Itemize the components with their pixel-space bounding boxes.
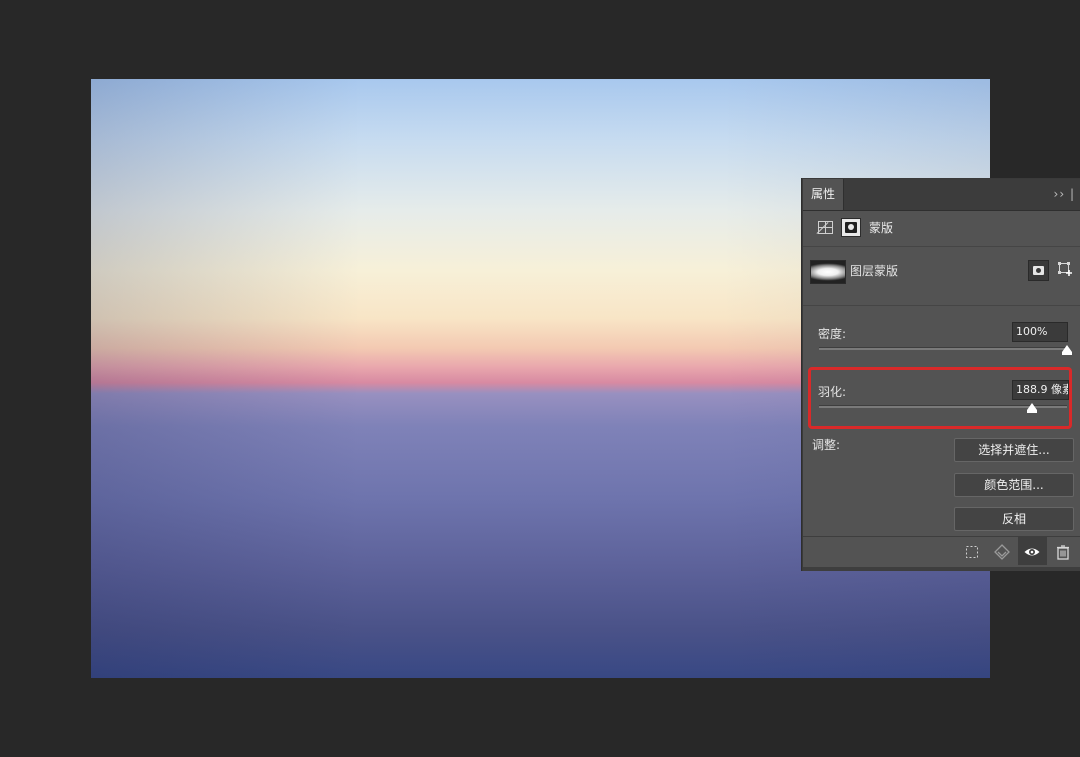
visibility-toggle[interactable] (1018, 537, 1047, 565)
tab-properties[interactable]: 属性 (803, 179, 844, 210)
density-field[interactable]: 100% (1012, 322, 1068, 342)
mask-section-title: 蒙版 (869, 221, 894, 235)
layer-mask-label: 图层蒙版 (850, 264, 899, 278)
invert-button[interactable]: 反相 (954, 507, 1074, 531)
pixel-mask-icon[interactable] (818, 221, 833, 234)
color-range-button[interactable]: 颜色范围... (954, 473, 1074, 497)
trash-icon[interactable] (1054, 543, 1072, 561)
layer-mask-row: 图层蒙版 (803, 247, 1080, 306)
panel-footer (803, 536, 1080, 567)
add-vector-mask-icon[interactable] (1057, 261, 1073, 277)
adjust-label: 调整: (812, 438, 841, 452)
layer-mask-icon[interactable] (841, 218, 861, 237)
load-selection-icon[interactable] (963, 543, 981, 561)
visibility-eye-icon (1023, 543, 1041, 561)
feather-label: 羽化: (818, 385, 847, 399)
mask-type-row: 蒙版 (803, 211, 1080, 247)
select-and-mask-button[interactable]: 选择并遮住... (954, 438, 1074, 462)
layer-mask-thumbnail[interactable] (810, 260, 846, 284)
panel-menu-icon[interactable]: ›› | (1054, 179, 1075, 210)
density-slider[interactable] (819, 347, 1067, 350)
properties-panel: 属性 ›› | 蒙版 图层蒙版 密度: 100% 羽化: 188.9 像素 调整… (802, 178, 1080, 571)
density-label: 密度: (818, 327, 847, 341)
panel-header: 属性 ›› | (803, 179, 1080, 211)
feather-field[interactable]: 188.9 像素 (1012, 380, 1069, 400)
apply-mask-icon[interactable] (993, 543, 1011, 561)
select-layer-mask-button[interactable] (1028, 260, 1049, 281)
density-slider-thumb[interactable] (1062, 345, 1072, 355)
feather-slider-thumb[interactable] (1027, 403, 1038, 413)
panel-bottom-edge (803, 567, 1080, 571)
